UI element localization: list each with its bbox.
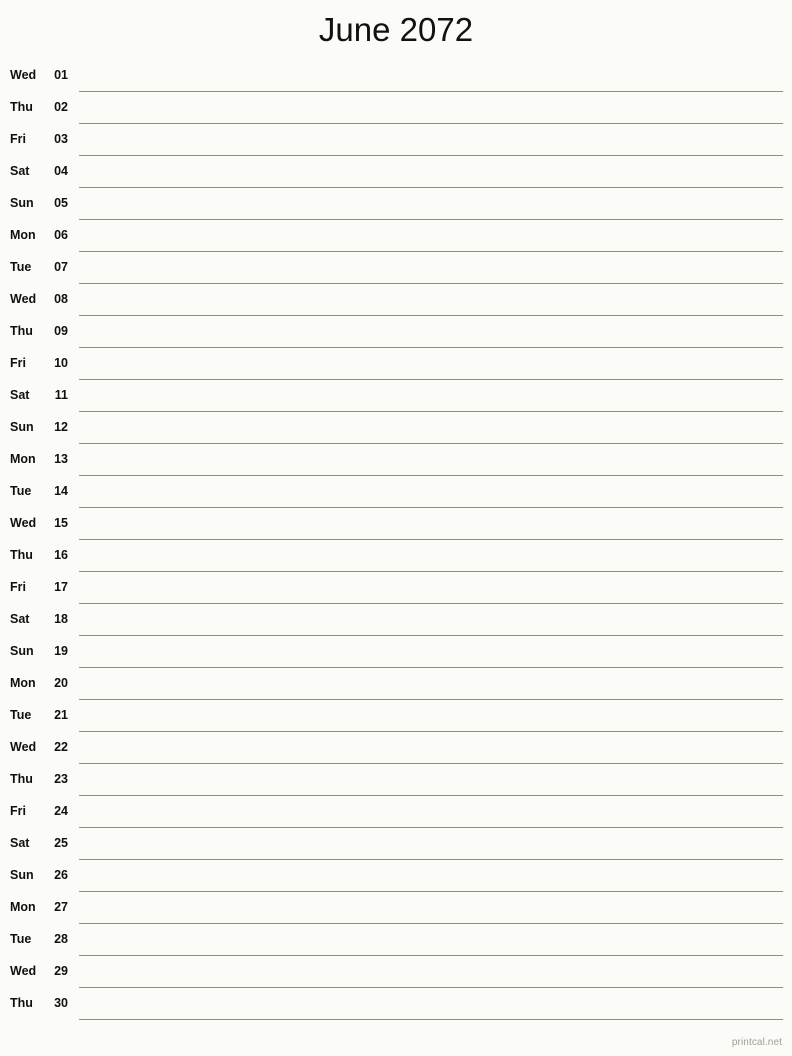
day-number-label: 22 [54,740,68,754]
day-number-label: 07 [54,260,68,274]
day-number-label: 15 [54,516,68,530]
day-number-label: 11 [54,388,68,402]
day-number-label: 20 [54,676,68,690]
day-row[interactable]: Thu 09 [0,316,792,348]
day-number-label: 02 [54,100,68,114]
day-row[interactable]: Sat 25 [0,828,792,860]
day-row[interactable]: Fri 10 [0,348,792,380]
day-number-label: 10 [54,356,68,370]
day-number-label: 16 [54,548,68,562]
day-number-label: 01 [54,68,68,82]
day-number-label: 03 [54,132,68,146]
day-number-label: 18 [54,612,68,626]
day-rows-list: Wed 01 Thu 02 Fri 03 Sat 04 Sun 05 Mon 06 Tue 07 Wed 08… [0,60,792,1020]
day-row[interactable]: Sun 05 [0,188,792,220]
day-number-label: 14 [54,484,68,498]
day-number-label: 24 [54,804,68,818]
day-number-label: 17 [54,580,68,594]
day-row[interactable]: Thu 02 [0,92,792,124]
page-title: June 2072 [318,11,474,48]
day-row[interactable]: Thu 30 [0,988,792,1020]
day-number-label: 09 [54,324,68,338]
day-row[interactable]: Sat 11 [0,380,792,412]
day-row[interactable]: Tue 14 [0,476,792,508]
day-number-label: 05 [54,196,68,210]
day-row[interactable]: Wed 15 [0,508,792,540]
day-row[interactable]: Mon 06 [0,220,792,252]
day-row[interactable]: Sat 04 [0,156,792,188]
day-number-label: 13 [54,452,68,466]
day-number-label: 21 [54,708,68,722]
day-row[interactable]: Mon 20 [0,668,792,700]
day-row[interactable]: Mon 13 [0,444,792,476]
day-row[interactable]: Fri 24 [0,796,792,828]
day-row[interactable]: Wed 08 [0,284,792,316]
day-number-label: 06 [54,228,68,242]
day-number-label: 19 [54,644,68,658]
day-row[interactable]: Mon 27 [0,892,792,924]
day-row[interactable]: Tue 28 [0,924,792,956]
day-row[interactable]: Wed 29 [0,956,792,988]
day-number-label: 04 [54,164,68,178]
day-number-label: 30 [54,996,68,1010]
day-number-label: 29 [54,964,68,978]
day-number-label: 12 [54,420,68,434]
day-row[interactable]: Wed 01 [0,60,792,92]
day-number-label: 08 [54,292,68,306]
day-row[interactable]: Tue 21 [0,700,792,732]
day-row[interactable]: Fri 03 [0,124,792,156]
day-number-label: 27 [54,900,68,914]
day-row[interactable]: Sun 12 [0,412,792,444]
day-row[interactable]: Wed 22 [0,732,792,764]
calendar-page: June 2072 Wed 01 Thu 02 Fri 03 Sat 04 Sun 05 Mon 06… [0,0,792,1056]
day-row[interactable]: Sun 26 [0,860,792,892]
day-row[interactable]: Sat 18 [0,604,792,636]
day-row[interactable]: Fri 17 [0,572,792,604]
day-number-label: 28 [54,932,68,946]
footer-credit: printcal.net [731,1037,782,1048]
day-number-label: 25 [54,836,68,850]
day-row[interactable]: Thu 16 [0,540,792,572]
day-writing-line[interactable] [79,1019,783,1020]
day-number-label: 26 [54,868,68,882]
day-row[interactable]: Sun 19 [0,636,792,668]
day-row[interactable]: Thu 23 [0,764,792,796]
day-number-label: 23 [54,772,68,786]
day-row[interactable]: Tue 07 [0,252,792,284]
